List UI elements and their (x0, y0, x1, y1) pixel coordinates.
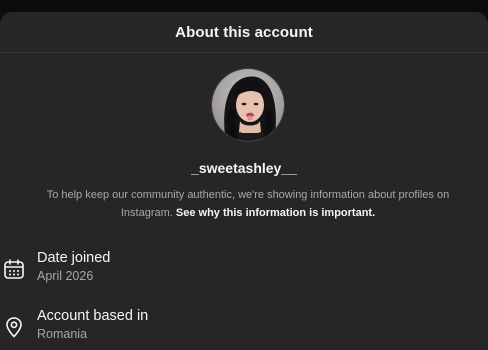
account-based-in-label: Account based in (37, 308, 149, 324)
dialog-title: About this account (175, 23, 313, 41)
avatar-photo (212, 69, 284, 141)
profile-username: _sweetashley__ (191, 160, 297, 176)
avatar (211, 68, 285, 142)
account-based-in-row: Account based in Romania (0, 308, 488, 348)
learn-why-link[interactable]: See why this information is important. (176, 207, 375, 219)
authenticity-notice: To help keep our community authentic, we… (30, 186, 466, 222)
date-joined-label: Date joined (37, 250, 111, 266)
location-pin-icon (6, 317, 22, 338)
calendar-icon (4, 259, 24, 279)
dialog-header: About this account (0, 12, 488, 53)
about-account-dialog: About this account _sweetashley__ To hel… (0, 12, 488, 350)
account-based-in-value: Romania (37, 327, 88, 341)
date-joined-row: Date joined April 2026 (0, 250, 488, 290)
date-joined-value: April 2026 (37, 269, 94, 283)
